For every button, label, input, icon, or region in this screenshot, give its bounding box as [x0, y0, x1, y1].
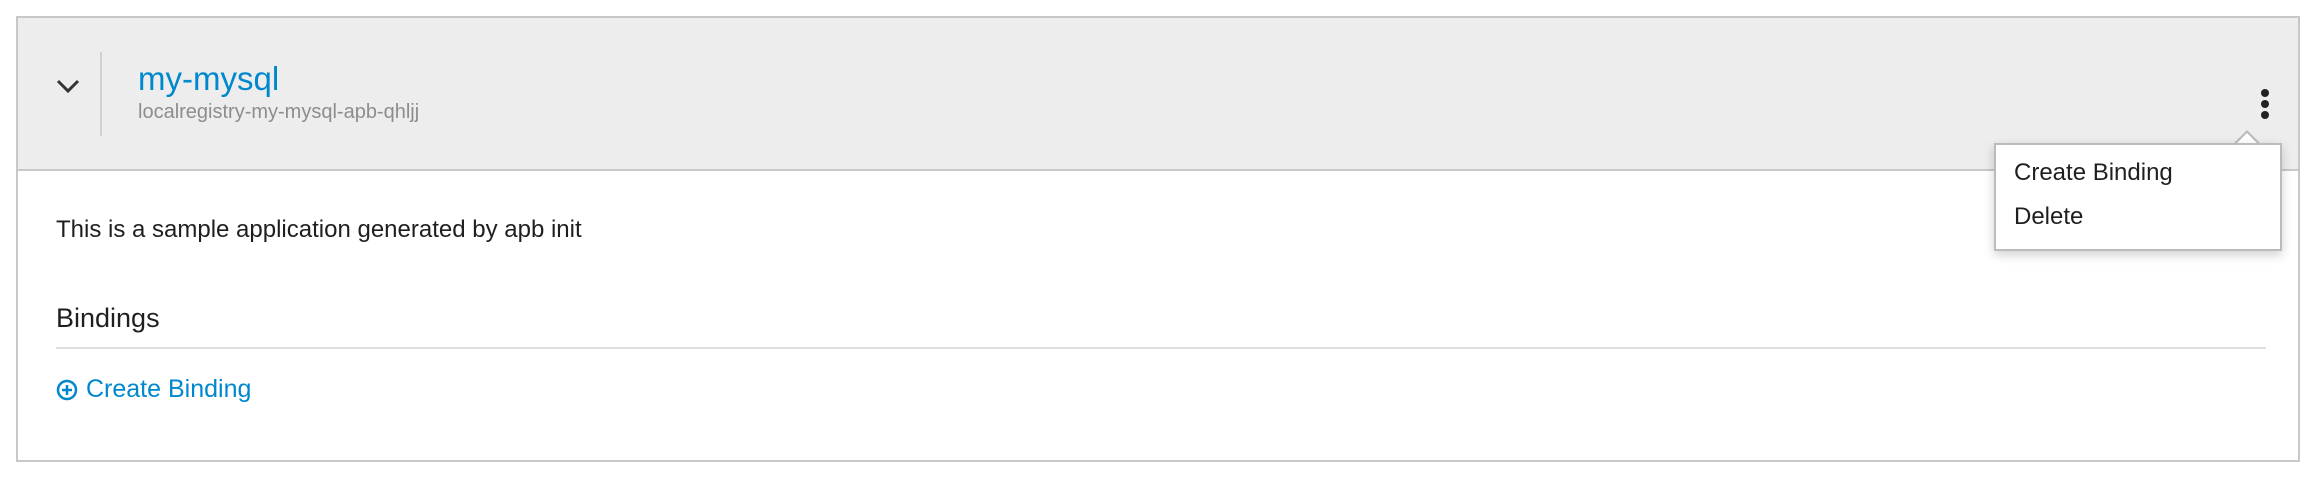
service-subtitle: localregistry-my-mysql-apb-qhljj: [138, 101, 420, 123]
service-title[interactable]: my-mysql: [138, 62, 279, 95]
menu-item-delete[interactable]: Delete: [2014, 203, 2083, 231]
header-divider: [100, 52, 102, 136]
bindings-heading: Bindings: [56, 303, 160, 333]
service-instance-panel: my-mysql localregistry-my-mysql-apb-qhlj…: [16, 16, 2300, 462]
actions-dropdown-menu: Create Binding Delete: [1994, 143, 2282, 251]
expand-toggle[interactable]: [50, 68, 86, 104]
service-description: This is a sample application generated b…: [56, 216, 582, 243]
panel-header: my-mysql localregistry-my-mysql-apb-qhlj…: [18, 18, 2298, 171]
create-binding-label: Create Binding: [86, 375, 252, 403]
create-binding-link[interactable]: Create Binding: [56, 375, 251, 404]
menu-item-create-binding[interactable]: Create Binding: [2014, 159, 2173, 187]
plus-circle-icon: [56, 379, 78, 400]
chevron-down-icon: [56, 79, 80, 94]
kebab-icon: [2261, 89, 2269, 119]
bindings-divider: [56, 347, 2266, 349]
actions-kebab-button[interactable]: [2250, 80, 2280, 128]
